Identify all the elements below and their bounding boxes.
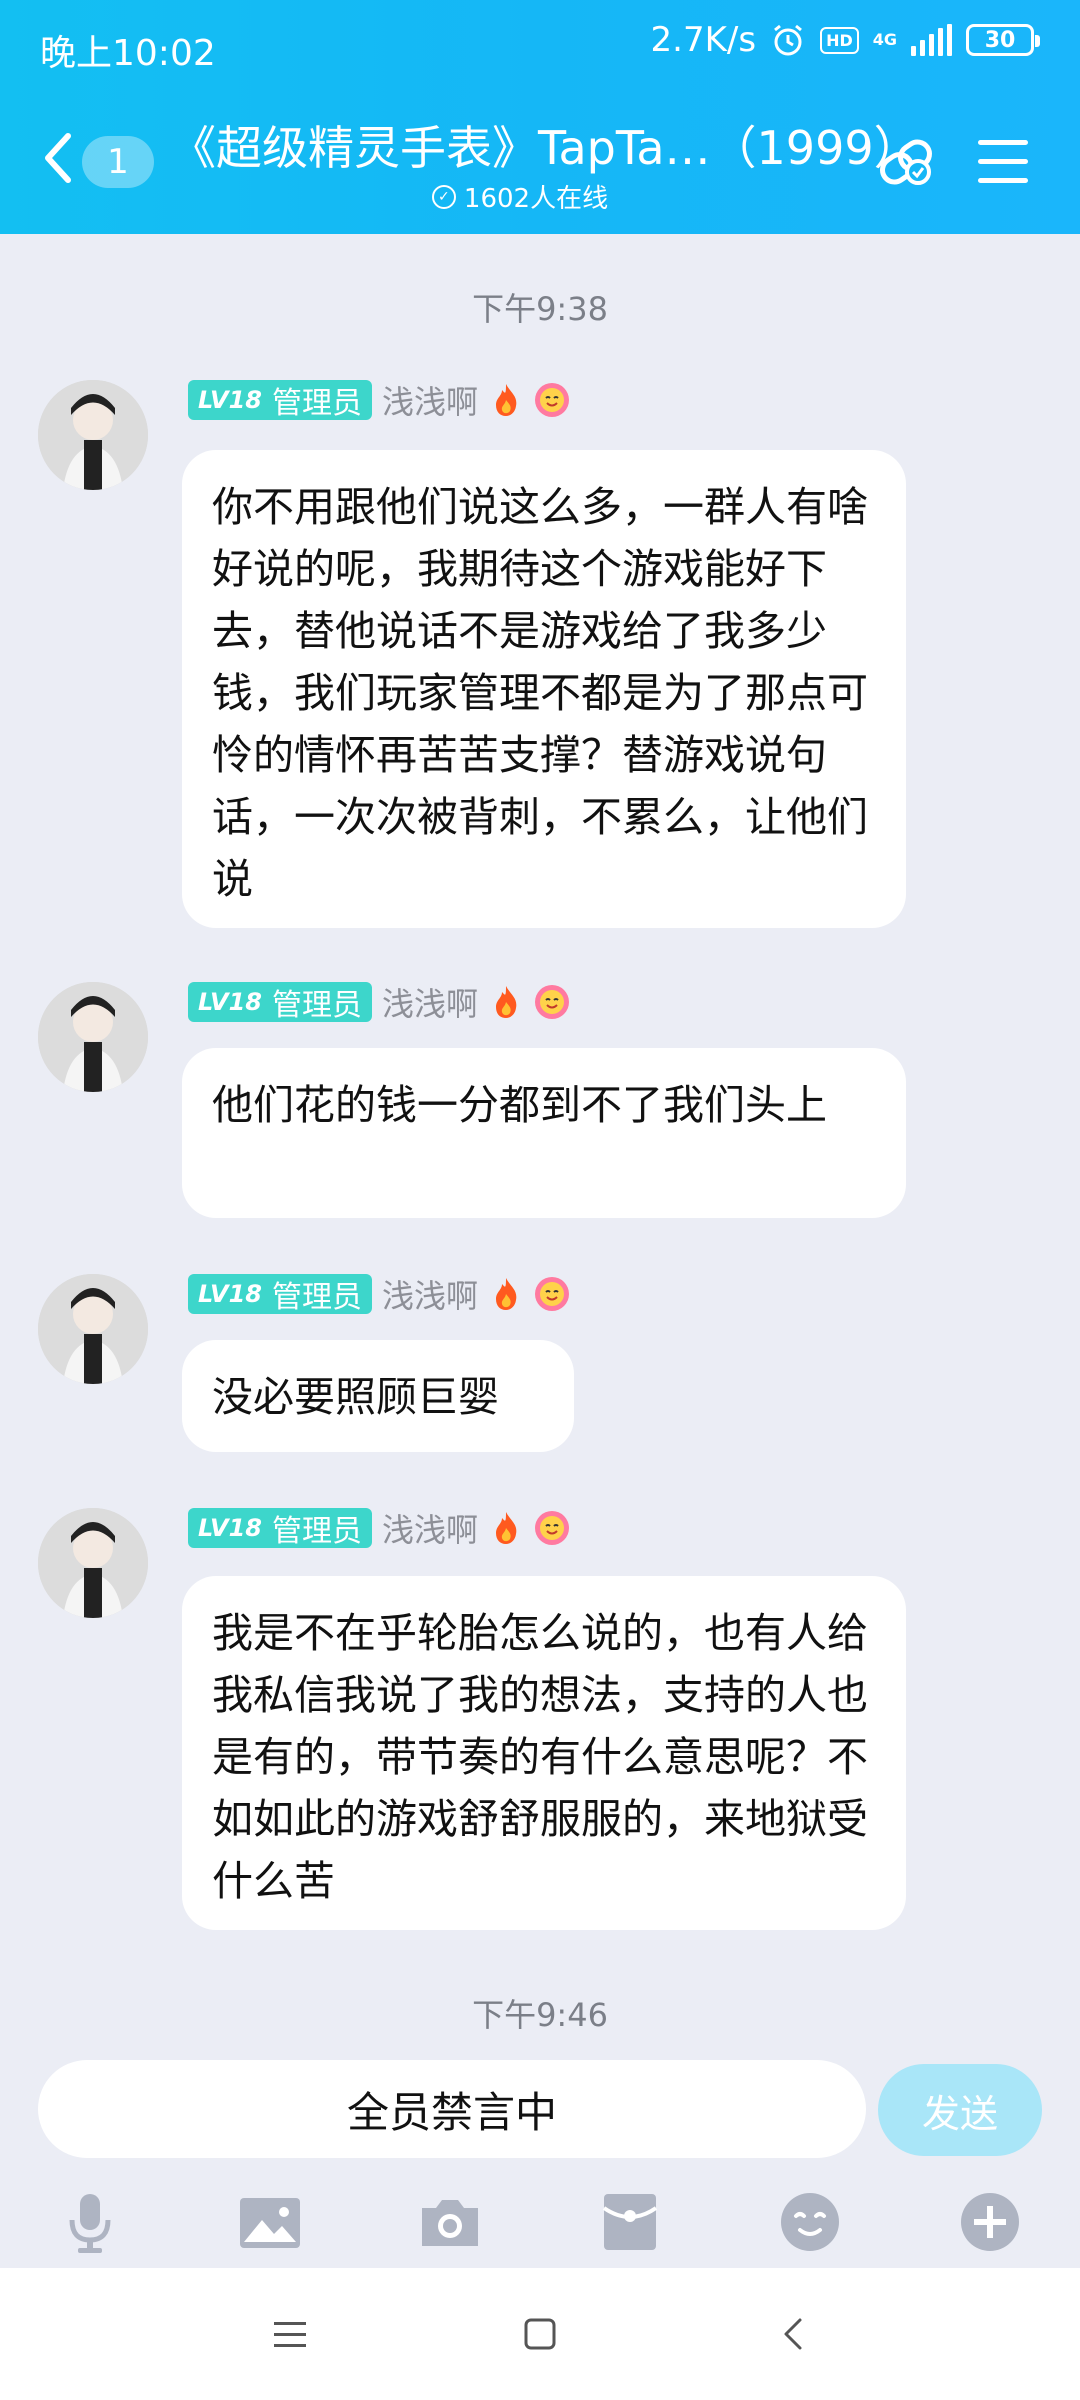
face-icon (534, 984, 570, 1020)
face-icon (534, 382, 570, 418)
chat-header: 晚上10:02 2.7K/s HD 4G 30 1 《超级精灵手表》TapTa…… (0, 0, 1080, 234)
fire-icon (488, 1510, 524, 1546)
message-meta: LV18 管理员 浅浅啊 (188, 1271, 570, 1317)
back-nav-icon[interactable] (772, 2312, 816, 2356)
menu-icon[interactable] (978, 140, 1028, 184)
level-badge: LV18 管理员 (188, 1274, 372, 1315)
avatar[interactable] (38, 982, 148, 1092)
link-icon[interactable] (872, 128, 940, 196)
recent-apps-icon[interactable] (268, 2312, 312, 2356)
fire-icon (488, 984, 524, 1020)
message-meta: LV18 管理员 浅浅啊 (188, 979, 570, 1025)
level-badge: LV18 管理员 (188, 982, 372, 1023)
system-nav-bar (0, 2268, 1080, 2400)
nickname[interactable]: 浅浅啊 (382, 979, 478, 1025)
avatar[interactable] (38, 380, 148, 490)
fire-icon (488, 382, 524, 418)
level-badge: LV18 管理员 (188, 380, 372, 421)
status-bar: 晚上10:02 2.7K/s HD 4G 30 (0, 0, 1080, 92)
send-button[interactable]: 发送 (878, 2064, 1042, 2156)
camera-icon[interactable] (418, 2190, 482, 2254)
battery-icon: 30 (966, 24, 1040, 56)
timestamp: 下午9:46 (472, 1996, 608, 2034)
chat-title[interactable]: 《超级精灵手表》TapTa…（1999） (170, 112, 920, 178)
fire-icon (488, 1276, 524, 1312)
timestamp: 下午9:38 (472, 290, 608, 328)
status-indicators: 2.7K/s HD 4G 30 (650, 20, 1040, 60)
status-time: 晚上10:02 (40, 33, 216, 74)
online-count: 1602人在线 (463, 184, 609, 214)
plus-icon[interactable] (958, 2190, 1022, 2254)
alarm-icon (770, 22, 806, 58)
message-bubble[interactable]: 你不用跟他们说这么多，一群人有啥好说的呢，我期待这个游戏能好下去，替他说话不是游… (182, 450, 906, 928)
level-badge: LV18 管理员 (188, 1508, 372, 1549)
face-icon (534, 1510, 570, 1546)
online-check-icon: ✓ (431, 184, 456, 209)
face-icon (534, 1276, 570, 1312)
nickname[interactable]: 浅浅啊 (382, 1271, 478, 1317)
red-packet-icon[interactable] (598, 2190, 662, 2254)
avatar[interactable] (38, 1508, 148, 1618)
emoji-icon[interactable] (778, 2190, 842, 2254)
message-input[interactable]: 全员禁言中 (38, 2060, 866, 2158)
net-speed: 2.7K/s (650, 20, 757, 60)
message-bubble[interactable]: 他们花的钱一分都到不了我们头上 (182, 1048, 906, 1218)
microphone-icon[interactable] (58, 2190, 122, 2254)
message-bubble[interactable]: 没必要照顾巨婴 (182, 1340, 574, 1452)
back-icon[interactable] (38, 126, 78, 190)
signal-icon (911, 24, 952, 56)
hd-icon: HD (820, 26, 859, 54)
home-icon[interactable] (518, 2312, 562, 2356)
image-icon[interactable] (238, 2190, 302, 2254)
message-bubble[interactable]: 我是不在乎轮胎怎么说的，也有人给我私信我说了我的想法，支持的人也是有的，带节奏的… (182, 1576, 906, 1930)
input-toolbar (0, 2168, 1080, 2268)
nickname[interactable]: 浅浅啊 (382, 1505, 478, 1551)
message-meta: LV18 管理员 浅浅啊 (188, 377, 570, 423)
message-meta: LV18 管理员 浅浅啊 (188, 1505, 570, 1551)
network-4g-icon: 4G (872, 30, 897, 49)
nickname[interactable]: 浅浅啊 (382, 377, 478, 423)
avatar[interactable] (38, 1274, 148, 1384)
online-status: ✓ 1602人在线 (170, 178, 870, 215)
unread-count-badge[interactable]: 1 (82, 136, 154, 188)
